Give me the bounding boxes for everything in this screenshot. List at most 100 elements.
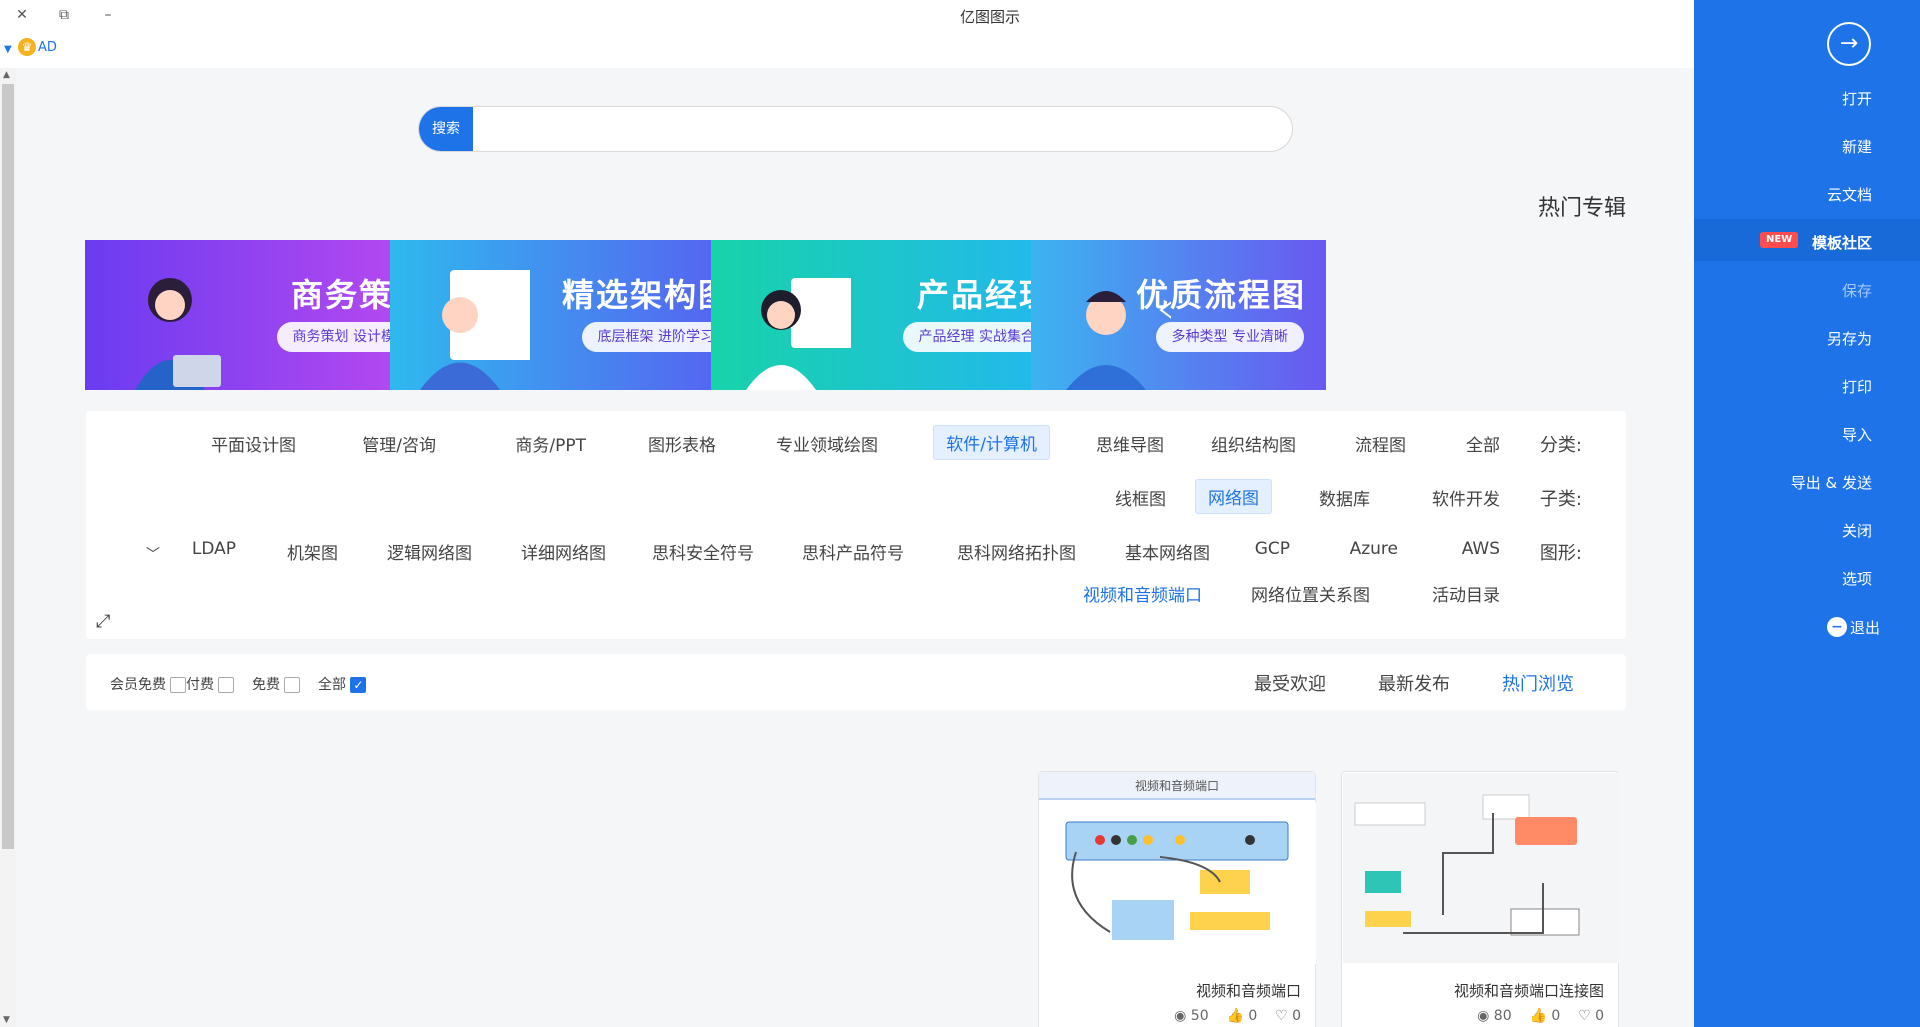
sub-label: 子类: (1539, 489, 1582, 510)
template-thumbnail (1343, 773, 1619, 963)
category-all[interactable]: 全部 (1466, 431, 1500, 456)
menu-active-highlight (1694, 219, 1920, 261)
shape-video-audio-ports[interactable]: 视频和音频端口 (1083, 581, 1202, 606)
checkbox-icon[interactable] (170, 677, 187, 693)
sub-network[interactable]: 网络图 (1195, 479, 1272, 514)
shape-basic-network[interactable]: 基本网络图 (1125, 539, 1210, 564)
title-bar: ✕ ⧉ – 亿图图示 (0, 0, 1694, 32)
shape-ldap[interactable]: LDAP (192, 539, 236, 559)
shape-cisco-products[interactable]: 思科产品符号 (802, 539, 904, 564)
category-tables[interactable]: 图形表格 (648, 431, 716, 456)
sort-tab-hot[interactable]: 热门浏览 (1502, 670, 1574, 696)
shape-cisco-topology[interactable]: 思科网络拓扑图 (957, 539, 1076, 564)
sort-tab-latest[interactable]: 最新发布 (1378, 670, 1450, 696)
scroll-down-icon[interactable]: ▼ (3, 1015, 10, 1025)
banner-architecture[interactable]: 精选架构图 底层框架 进阶学习 (390, 240, 752, 390)
sub-software-dev[interactable]: 软件开发 (1432, 485, 1500, 510)
filter-paid-checkbox[interactable]: 付费 (186, 674, 235, 694)
checkbox-icon[interactable] (284, 677, 301, 693)
banner-flowchart[interactable]: 优质流程图 多种类型 专业清晰 (1031, 240, 1326, 390)
banner-subtitle: 多种类型 专业清晰 (1155, 322, 1304, 352)
filter-paid-label: 付费 (186, 677, 214, 693)
chevron-down-icon[interactable]: ▼ (4, 44, 12, 55)
shape-cisco-security[interactable]: 思科安全符号 (652, 539, 754, 564)
template-card[interactable]: 视频和音频端口连接图 ◉ 80 👍 0 ♡ 0 (1341, 771, 1619, 1027)
menu-import[interactable]: 导入 (1842, 424, 1872, 445)
close-icon[interactable]: ✕ (10, 4, 34, 26)
category-business-ppt[interactable]: 商务/PPT (515, 431, 586, 456)
menu-save-as[interactable]: 另存为 (1827, 328, 1872, 349)
view-count: 50 (1190, 1008, 1209, 1024)
app-title: 亿图图示 (959, 8, 1020, 26)
person-illustration-icon (135, 278, 221, 390)
vertical-scrollbar[interactable]: ▲ ▼ (0, 68, 16, 1027)
category-flowchart[interactable]: 流程图 (1355, 431, 1406, 456)
expand-icon[interactable]: ⤢ (96, 611, 110, 632)
crown-icon: ♛ (18, 38, 36, 56)
template-header: 视频和音频端口 (1039, 772, 1315, 800)
favorite-count: 0 (1595, 1008, 1604, 1024)
scroll-up-icon[interactable]: ▲ (3, 70, 10, 80)
filter-all-label: 全部 (318, 677, 346, 693)
filter-panel: 分类: 全部 流程图 组织结构图 思维导图 软件/计算机 专业领域绘图 图形表格… (86, 411, 1626, 639)
search-button[interactable]: 搜索 (419, 107, 473, 151)
banner-product-manager[interactable]: 产品经理 产品经理 实战集合 (711, 240, 1073, 390)
checkbox-icon[interactable] (218, 677, 235, 693)
template-card[interactable]: 视频和音频端口 视频和音频端口 ◉ 50 👍 0 ♡ 0 (1038, 771, 1316, 1027)
heart-icon[interactable]: ♡ (1275, 1008, 1288, 1024)
menu-new[interactable]: 新建 (1842, 136, 1872, 157)
thumbs-up-icon[interactable]: 👍 (1529, 1008, 1546, 1024)
menu-open[interactable]: 打开 (1842, 88, 1872, 109)
filter-all-checkbox[interactable]: 全部 ✓ (318, 674, 367, 694)
new-badge: NEW (1760, 232, 1799, 248)
filter-member-free-checkbox[interactable]: 会员免费 (110, 674, 187, 694)
menu-save[interactable]: 保存 (1842, 280, 1872, 301)
category-graphic-design[interactable]: 平面设计图 (211, 431, 296, 456)
menu-close[interactable]: 关闭 (1842, 520, 1872, 541)
like-count: 0 (1551, 1008, 1561, 1024)
restore-icon[interactable]: ⧉ (52, 4, 76, 26)
menu-print[interactable]: 打印 (1842, 376, 1872, 397)
eye-icon: ◉ (1174, 1008, 1187, 1024)
chevron-down-icon[interactable]: ﹀ (146, 544, 160, 564)
sub-wireframe[interactable]: 线框图 (1115, 485, 1166, 510)
shape-gcp[interactable]: GCP (1255, 539, 1290, 559)
menu-options[interactable]: 选项 (1842, 568, 1872, 589)
menu-exit[interactable]: 退出 (1850, 617, 1880, 638)
shape-logical-network[interactable]: 逻辑网络图 (387, 539, 472, 564)
thumbs-up-icon[interactable]: 👍 (1226, 1008, 1243, 1024)
template-community-main: 搜索 热门专辑 商务策划 商务策划 设计模板 精选架构图 底层框架 进阶学习 产… (16, 68, 1694, 1027)
category-label: 分类: (1539, 435, 1582, 456)
view-count: 80 (1493, 1008, 1512, 1024)
shape-detailed-network[interactable]: 详细网络图 (521, 539, 606, 564)
sort-tab-popular[interactable]: 最受欢迎 (1254, 670, 1326, 696)
shape-network-location[interactable]: 网络位置关系图 (1251, 581, 1370, 606)
heart-icon[interactable]: ♡ (1578, 1008, 1591, 1024)
template-title[interactable]: 视频和音频端口连接图 (1454, 980, 1604, 1001)
category-mindmap[interactable]: 思维导图 (1096, 431, 1164, 456)
sort-bar: 热门浏览 最新发布 最受欢迎 全部 ✓ 免费 付费 会员免费 (86, 654, 1626, 710)
shape-azure[interactable]: Azure (1350, 539, 1398, 559)
shape-rack[interactable]: 机架图 (287, 539, 338, 564)
category-software[interactable]: 软件/计算机 (933, 425, 1050, 460)
shape-active-directory[interactable]: 活动目录 (1432, 581, 1500, 606)
like-count: 0 (1248, 1008, 1258, 1024)
sub-database[interactable]: 数据库 (1319, 485, 1370, 510)
arrow-right-icon[interactable]: → (1827, 22, 1871, 66)
checkbox-checked-icon[interactable]: ✓ (350, 677, 367, 693)
category-management[interactable]: 管理/咨询 (362, 431, 436, 456)
template-title[interactable]: 视频和音频端口 (1196, 980, 1301, 1001)
shape-aws[interactable]: AWS (1462, 539, 1500, 559)
search-bar[interactable]: 搜索 (418, 106, 1293, 152)
scroll-thumb[interactable] (2, 84, 14, 849)
filter-free-checkbox[interactable]: 免费 (252, 674, 301, 694)
menu-export-send[interactable]: 导出 & 发送 (1791, 472, 1872, 493)
shape-label: 图形: (1539, 543, 1582, 564)
menu-cloud-docs[interactable]: 云文档 (1827, 184, 1872, 205)
template-stats: ◉ 80 👍 0 ♡ 0 (1477, 1008, 1604, 1024)
menu-template-community[interactable]: 模板社区 (1812, 232, 1872, 253)
minimize-icon[interactable]: – (96, 4, 120, 26)
category-org-chart[interactable]: 组织结构图 (1211, 431, 1296, 456)
user-name[interactable]: AD (38, 40, 57, 55)
category-professional[interactable]: 专业领域绘图 (776, 431, 878, 456)
